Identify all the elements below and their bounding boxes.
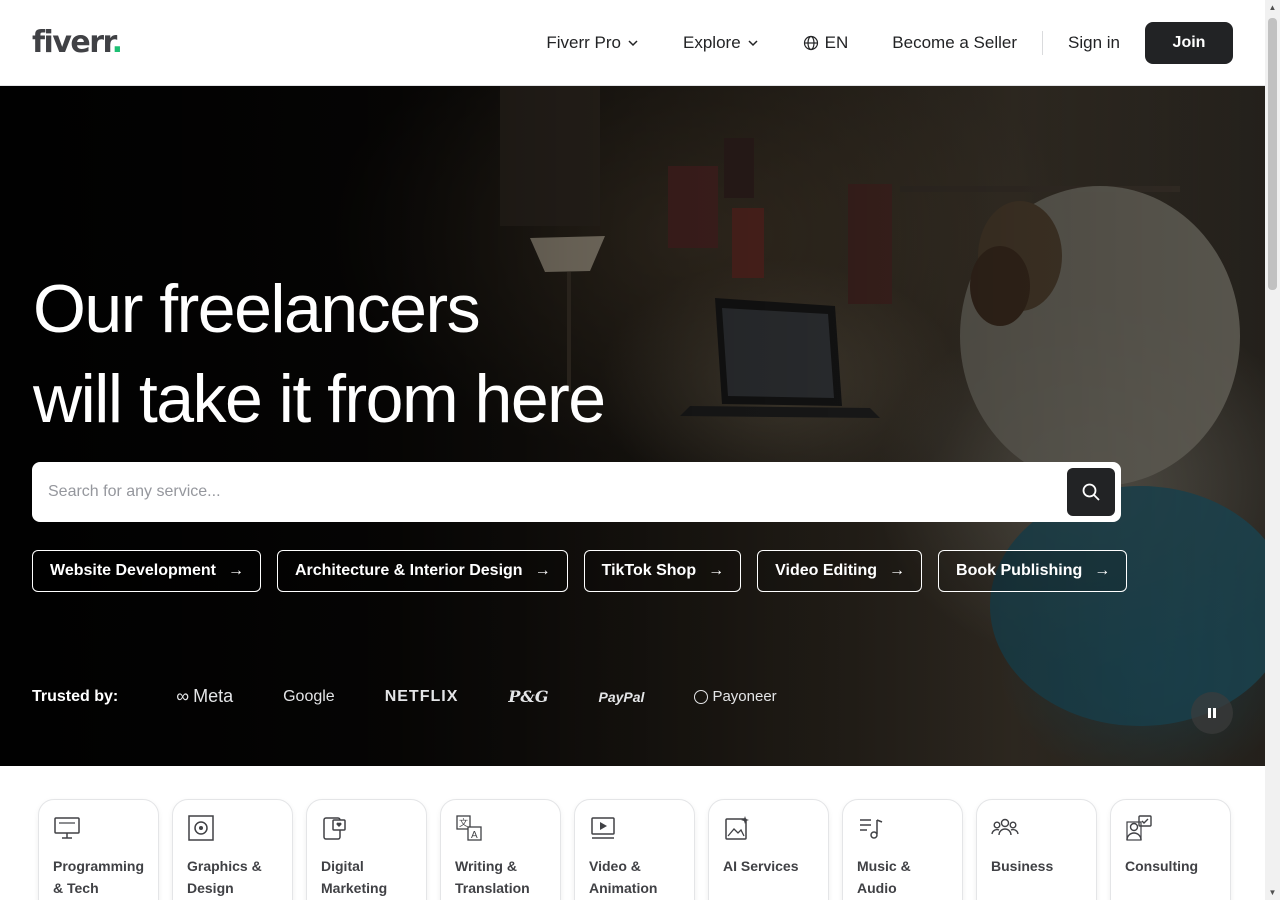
monitor-icon [54, 817, 80, 839]
nav-language-label: EN [824, 32, 849, 52]
sign-in-link[interactable]: Sign in [1068, 33, 1120, 53]
brand-meta-text: Meta [193, 686, 234, 706]
hero-title-line2: will take it from here [33, 361, 606, 437]
search-icon [1082, 483, 1100, 501]
page-scrollbar[interactable]: ▲ ▼ [1265, 0, 1280, 900]
trusted-by-row: Trusted by: ∞ Meta Google NETFLIX P&G Pay… [32, 686, 827, 707]
ai-image-icon [725, 816, 749, 840]
arrow-right-icon: → [1094, 562, 1111, 579]
brand-pg: P&G [508, 687, 549, 706]
category-graphics-design[interactable]: Graphics & Design [172, 799, 293, 900]
scroll-up-arrow-icon[interactable]: ▲ [1265, 0, 1280, 15]
category-ai-services[interactable]: AI Services [708, 799, 829, 900]
chevron-down-icon [628, 39, 638, 46]
trusted-by-label: Trusted by: [32, 687, 119, 705]
phone-heart-icon [323, 817, 346, 840]
brand-meta: ∞ Meta [176, 686, 233, 707]
chip-label: Website Development [50, 562, 216, 579]
popular-services: Website Development → Architecture & Inte… [32, 550, 1128, 592]
category-label: Graphics & Design [187, 858, 262, 896]
globe-icon [803, 35, 818, 50]
brand-payoneer-text: Payoneer [712, 688, 777, 705]
nav-divider [1042, 30, 1044, 55]
category-business[interactable]: Business [976, 799, 1097, 900]
chevron-down-icon [748, 39, 758, 46]
nav-become-seller-label: Become a Seller [892, 32, 1018, 52]
join-button[interactable]: Join [1145, 21, 1233, 64]
chip-website-development[interactable]: Website Development → [32, 550, 261, 592]
chip-label: TikTok Shop [601, 562, 697, 579]
category-video-animation[interactable]: Video & Animation [574, 799, 695, 900]
top-nav: Fiverr Pro Explore EN Become a Seller Si… [546, 21, 1233, 64]
category-label: AI Services [723, 858, 799, 874]
brand-payoneer: Payoneer [694, 688, 777, 705]
category-programming-tech[interactable]: Programming & Tech [38, 799, 159, 900]
category-consulting[interactable]: Consulting [1110, 799, 1231, 900]
nav-explore-label: Explore [683, 32, 741, 52]
svg-text:文: 文 [459, 817, 468, 828]
category-label: Business [991, 858, 1054, 874]
chip-book-publishing[interactable]: Book Publishing → [938, 550, 1128, 592]
nav-explore[interactable]: Explore [683, 33, 759, 53]
chip-tiktok-shop[interactable]: TikTok Shop → [583, 550, 742, 592]
search-input[interactable] [48, 483, 1067, 501]
category-label: Digital Marketing [321, 858, 388, 896]
payoneer-circle-icon [694, 689, 709, 704]
hero-section: Our freelancers will take it from here W… [0, 86, 1265, 766]
svg-text:A: A [471, 830, 478, 841]
hero-title-line1: Our freelancers [33, 271, 481, 347]
category-music-audio[interactable]: Music & Audio [842, 799, 963, 900]
brand-paypal: PayPal [598, 688, 645, 705]
design-icon [188, 815, 214, 841]
nav-fiverr-pro[interactable]: Fiverr Pro [546, 33, 639, 53]
video-play-icon [591, 817, 615, 839]
category-digital-marketing[interactable]: Digital Marketing [306, 799, 427, 900]
consulting-icon [1126, 815, 1152, 841]
search-button[interactable] [1067, 468, 1115, 516]
arrow-right-icon: → [708, 562, 725, 579]
pause-video-button[interactable] [1191, 692, 1233, 734]
pause-icon [1208, 708, 1216, 718]
music-icon [860, 819, 883, 839]
sign-in-label: Sign in [1068, 32, 1120, 52]
hero-title: Our freelancers will take it from here [33, 264, 606, 444]
fiverr-logo[interactable]: fiverr. [32, 25, 123, 60]
arrow-right-icon: → [227, 562, 244, 579]
translate-icon: A文 [456, 815, 482, 841]
top-header: fiverr. Fiverr Pro Explore EN Become a S… [0, 0, 1265, 86]
chip-architecture-interior-design[interactable]: Architecture & Interior Design → [276, 550, 568, 592]
arrow-right-icon: → [534, 562, 551, 579]
brand-netflix: NETFLIX [384, 687, 459, 705]
category-label: Music & Audio [857, 858, 911, 896]
chip-label: Architecture & Interior Design [294, 562, 523, 579]
category-label: Video & Animation [589, 858, 658, 896]
arrow-right-icon: → [889, 562, 906, 579]
chip-video-editing[interactable]: Video Editing → [757, 550, 923, 592]
people-icon [991, 818, 1019, 836]
category-label: Writing & Translation [455, 858, 530, 896]
nav-fiverr-pro-label: Fiverr Pro [546, 32, 622, 52]
chip-label: Book Publishing [956, 562, 1083, 579]
scrollbar-thumb[interactable] [1268, 18, 1277, 290]
nav-language[interactable]: EN [803, 32, 849, 53]
category-label: Programming & Tech [53, 858, 145, 896]
scroll-down-arrow-icon[interactable]: ▼ [1265, 885, 1280, 900]
nav-become-seller[interactable]: Become a Seller [892, 33, 1017, 53]
category-writing-translation[interactable]: A文 Writing & Translation [440, 799, 561, 900]
category-cards: Programming & Tech Graphics & Design Dig… [38, 799, 1231, 900]
chip-label: Video Editing [775, 562, 878, 579]
meta-infinity-icon: ∞ [176, 686, 190, 706]
category-label: Consulting [1125, 858, 1199, 874]
brand-google: Google [283, 687, 335, 705]
search-bar [32, 462, 1121, 522]
